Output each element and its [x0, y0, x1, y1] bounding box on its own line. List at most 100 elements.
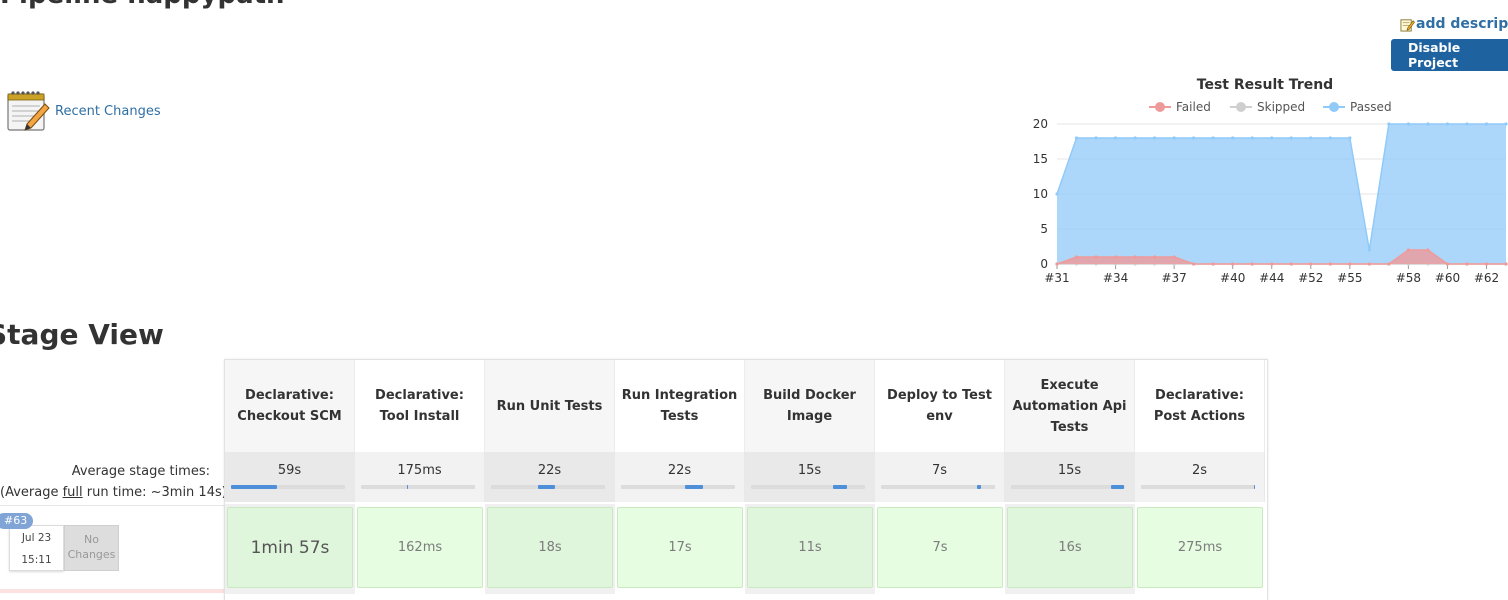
x-tick-label: #31 [1044, 271, 1069, 285]
avg-full-suffix: run time: ~3min 14s) [82, 485, 227, 500]
disable-project-button[interactable]: Disable Project [1391, 39, 1508, 71]
passed-data-point[interactable] [1367, 248, 1371, 252]
failed-data-point[interactable] [1309, 262, 1313, 266]
average-stage-times-label: Average stage times: [71, 464, 210, 479]
stage-average-time: 59s [277, 463, 302, 478]
failed-data-point[interactable] [1445, 262, 1450, 266]
passed-data-point[interactable] [1387, 122, 1391, 126]
passed-data-point[interactable] [1211, 136, 1215, 140]
stage-result-cell: 16s [1005, 504, 1135, 594]
passed-data-point[interactable] [1113, 136, 1118, 140]
passed-data-point[interactable] [1055, 192, 1059, 196]
passed-data-point[interactable] [1270, 136, 1274, 140]
y-tick-label: 20 [1033, 117, 1048, 131]
passed-data-point[interactable] [1074, 136, 1079, 140]
passed-data-point[interactable] [1289, 136, 1293, 140]
failed-data-point[interactable] [1465, 262, 1469, 266]
stage-average-cell: 2s [1135, 452, 1265, 502]
stage-result-cell: 17s [615, 504, 745, 594]
passed-data-point[interactable] [1094, 136, 1098, 140]
y-tick-label: 15 [1033, 152, 1048, 166]
passed-data-point[interactable] [1484, 122, 1489, 126]
passed-data-point[interactable] [1153, 136, 1157, 140]
stage-average-cell: 15s [1005, 452, 1135, 502]
stage-duration-box[interactable]: 16s [1007, 507, 1133, 588]
passed-data-point[interactable] [1172, 136, 1176, 140]
chart-series [1055, 122, 1508, 266]
failed-data-point[interactable] [1231, 262, 1235, 266]
stage-result-cell: 7s [875, 504, 1005, 594]
stage-duration-box[interactable]: 7s [877, 507, 1003, 588]
stage-duration-box[interactable]: 11s [747, 507, 873, 588]
failed-data-point[interactable] [1406, 248, 1410, 252]
passed-data-point[interactable] [1309, 136, 1313, 140]
failed-data-point[interactable] [1192, 262, 1196, 266]
stage-duration-box[interactable]: 1min 57s [227, 507, 353, 588]
x-tick-label: #37 [1161, 271, 1186, 285]
passed-data-point[interactable] [1250, 136, 1254, 140]
legend-swatch-dot [1329, 102, 1339, 112]
passed-data-point[interactable] [1465, 122, 1469, 126]
stage-progress-fill [537, 485, 555, 489]
failed-data-point[interactable] [1094, 255, 1098, 259]
legend-label[interactable]: Failed [1176, 100, 1211, 114]
y-tick-label: 5 [1040, 222, 1048, 236]
build-date-time: 15:11 [21, 554, 52, 566]
build-date[interactable]: Jul 23 15:11 [9, 525, 64, 571]
passed-data-point[interactable] [1348, 136, 1352, 140]
failed-data-point[interactable] [1426, 248, 1430, 252]
build-changes: No Changes [64, 525, 119, 571]
stage-view-title: Stage View [0, 318, 164, 351]
failed-data-point[interactable] [1113, 255, 1118, 259]
full-run-link[interactable]: full [63, 485, 83, 500]
stage-progress-track [751, 485, 865, 489]
passed-data-point[interactable] [1426, 122, 1430, 126]
failed-data-point[interactable] [1211, 262, 1215, 266]
add-description-link[interactable]: add description [1400, 14, 1508, 34]
stage-progress-fill [684, 485, 704, 489]
passed-data-point[interactable] [1504, 122, 1508, 126]
legend-label[interactable]: Skipped [1257, 100, 1305, 114]
y-axis: 20 15 10 5 0 [1033, 117, 1048, 271]
passed-data-point[interactable] [1445, 122, 1450, 126]
x-tick-label: #52 [1298, 271, 1323, 285]
build-date-day: Jul 23 [21, 532, 52, 544]
passed-data-point[interactable] [1328, 136, 1332, 140]
stage-view-table: Declarative: Checkout SCM Declarative: To… [224, 359, 1268, 600]
average-times-row: 59s 175ms 22s 22s 15s 7s 15s 2s [225, 452, 1265, 502]
stage-duration-box[interactable]: 18s [487, 507, 613, 588]
passed-data-point[interactable] [1192, 136, 1196, 140]
legend-label[interactable]: Passed [1350, 100, 1392, 114]
failed-data-point[interactable] [1074, 255, 1079, 259]
failed-data-point[interactable] [1153, 255, 1157, 259]
stage-average-cell: 15s [745, 452, 875, 502]
stage-average-time: 15s [797, 463, 822, 478]
failed-data-point[interactable] [1289, 262, 1293, 266]
stage-progress-track [491, 485, 605, 489]
recent-changes-link[interactable]: Recent Changes [55, 104, 161, 119]
failed-data-point[interactable] [1484, 262, 1489, 266]
failed-data-point[interactable] [1504, 262, 1508, 266]
failed-data-point[interactable] [1328, 262, 1332, 266]
passed-data-point[interactable] [1406, 122, 1410, 126]
stage-average-cell: 22s [485, 452, 615, 502]
stage-header: Run Integration Tests [615, 360, 745, 452]
stage-progress-fill [406, 485, 408, 489]
build-number-badge[interactable]: #63 [0, 513, 34, 529]
stage-duration-box[interactable]: 275ms [1137, 507, 1263, 588]
stage-duration-box[interactable]: 17s [617, 507, 743, 588]
stage-average-time: 15s [1057, 463, 1082, 478]
failed-data-point[interactable] [1367, 262, 1371, 266]
passed-data-point[interactable] [1231, 136, 1235, 140]
failed-data-point[interactable] [1055, 262, 1059, 266]
failed-data-point[interactable] [1133, 255, 1137, 259]
stage-header: Build Docker Image [745, 360, 875, 452]
failed-data-point[interactable] [1172, 255, 1176, 259]
failed-data-point[interactable] [1387, 262, 1391, 266]
failed-data-point[interactable] [1250, 262, 1254, 266]
passed-data-point[interactable] [1133, 136, 1137, 140]
failed-data-point[interactable] [1348, 262, 1352, 266]
stage-average-time: 2s [1191, 463, 1208, 478]
failed-data-point[interactable] [1270, 262, 1274, 266]
stage-duration-box[interactable]: 162ms [357, 507, 483, 588]
